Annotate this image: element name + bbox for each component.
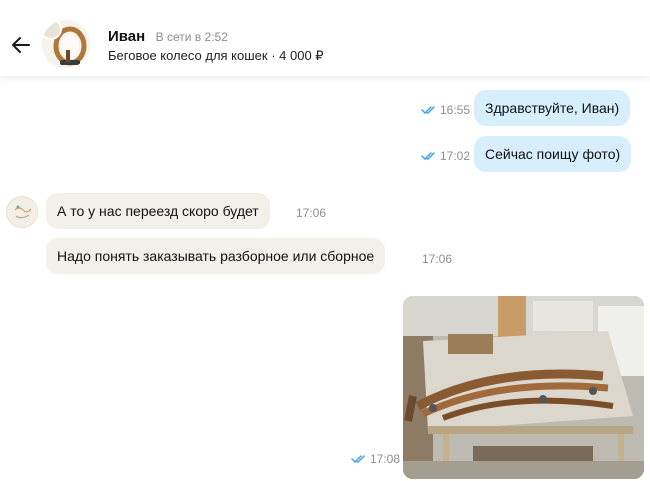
- back-arrow-icon[interactable]: [10, 34, 32, 56]
- double-check-icon: [421, 106, 435, 114]
- online-status: В сети в 2:52: [155, 30, 228, 44]
- workshop-photo: [403, 296, 644, 479]
- listing-title[interactable]: Беговое колесо для кошек · 4 000 ₽: [108, 48, 324, 64]
- contact-name[interactable]: Иван: [108, 28, 145, 45]
- message-meta: 16:55: [421, 103, 470, 117]
- message-time: 17:08: [370, 452, 401, 466]
- photo-attachment[interactable]: [403, 296, 644, 479]
- double-check-icon: [351, 455, 365, 463]
- double-check-icon: [421, 152, 435, 160]
- listing-thumbnail[interactable]: [42, 20, 90, 68]
- message-bubble-incoming[interactable]: А то у нас переезд скоро будет: [46, 193, 270, 229]
- message-time: 16:55: [440, 103, 471, 117]
- message-list: 16:55 Здравствуйте, Иван) 17:02 Сейчас п…: [0, 76, 650, 481]
- title-row: Иван В сети в 2:52: [108, 28, 228, 46]
- message-meta: 17:02: [421, 149, 470, 163]
- message-time: 17:06: [296, 206, 327, 220]
- message-bubble-outgoing[interactable]: Здравствуйте, Иван): [474, 90, 631, 126]
- contact-avatar[interactable]: [6, 196, 38, 228]
- message-meta: 17:08: [351, 452, 400, 466]
- message-time: 17:06: [422, 252, 453, 266]
- message-time: 17:02: [440, 149, 471, 163]
- chat-header: Иван В сети в 2:52 Беговое колесо для ко…: [0, 0, 650, 76]
- message-bubble-incoming[interactable]: Надо понять заказывать разборное или сбо…: [46, 238, 386, 274]
- message-bubble-outgoing[interactable]: Сейчас поищу фото): [474, 136, 632, 172]
